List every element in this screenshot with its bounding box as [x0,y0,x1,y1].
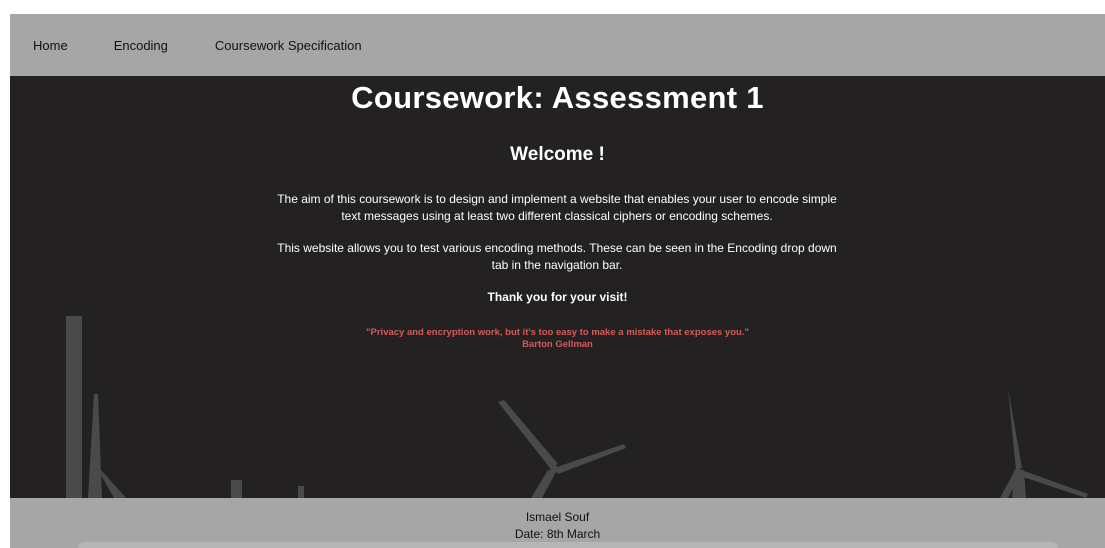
wind-turbine-center-icon [498,400,626,498]
footer-date: Date: 8th March [514,527,601,541]
aim-paragraph: The aim of this coursework is to design … [277,192,837,223]
footer-author: Ismael Souf [525,510,590,524]
building-silhouette-icon [298,486,304,498]
wind-turbine-left-icon [88,394,126,498]
top-gap [0,0,1105,14]
nav-link-coursework-specification[interactable]: Coursework Specification [215,38,362,53]
wind-turbine-right-icon [1000,388,1088,498]
building-silhouette-icon [231,480,242,498]
navigation-bar: Home Encoding Coursework Specification [10,14,1105,76]
page-title: Coursework: Assessment 1 [351,80,764,115]
welcome-heading: Welcome ! [510,144,605,165]
industrial-skyline-background [66,316,1088,498]
nav-link-home[interactable]: Home [33,38,68,53]
quote-text: "Privacy and encryption work, but it's t… [366,327,749,338]
page: Home Encoding Coursework Specification C… [0,0,1105,548]
thanks-message: Thank you for your visit! [487,290,628,304]
footer-bottom-strip [78,542,1058,548]
footer: Ismael Souf Date: 8th March [10,498,1105,548]
quote-block: "Privacy and encryption work, but it's t… [10,327,1105,351]
quote-author: Barton Gellman [522,339,593,350]
nav-link-encoding[interactable]: Encoding [114,38,168,53]
hero-section: Coursework: Assessment 1 Welcome ! The a… [10,76,1105,498]
encoding-info-paragraph: This website allows you to test various … [277,241,837,272]
